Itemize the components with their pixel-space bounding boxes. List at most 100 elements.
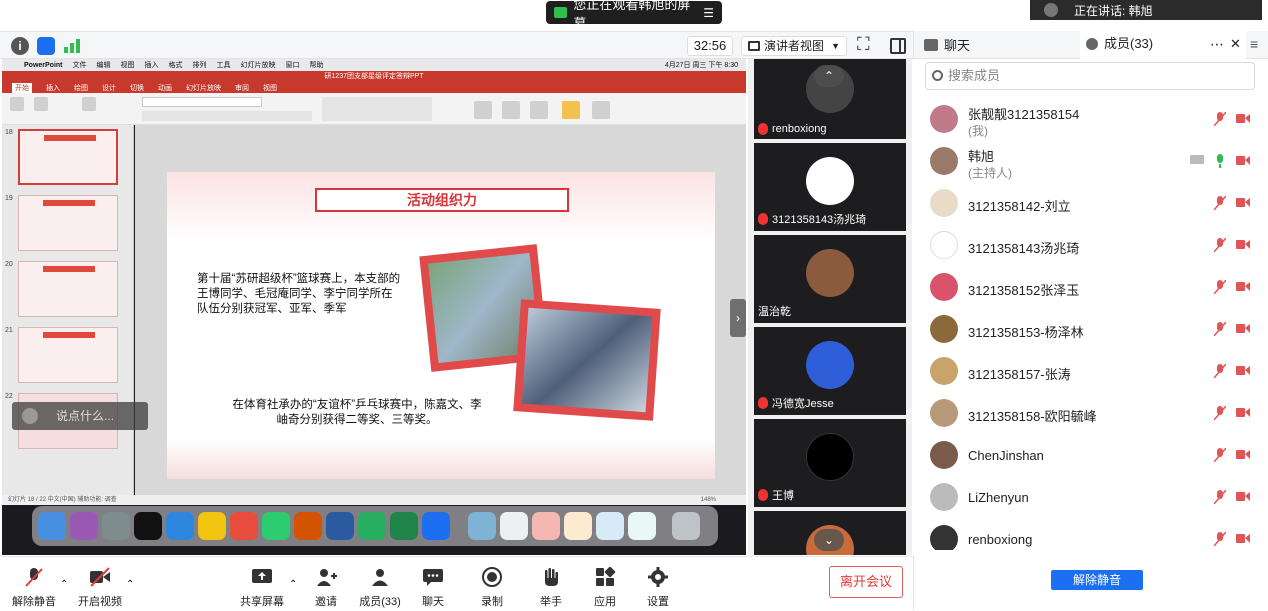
members-button[interactable]: 成员(33) — [350, 557, 410, 611]
member-name: renboxiong — [968, 532, 1033, 547]
video-tile[interactable]: 王博 — [754, 419, 906, 507]
camera-off-icon[interactable] — [1236, 449, 1250, 460]
window-thumb-icon — [532, 512, 560, 540]
mic-muted-icon[interactable] — [1214, 406, 1226, 420]
mac-menu-item: 插入 — [144, 62, 159, 69]
member-row[interactable]: LiZhenyun — [914, 476, 1268, 518]
unmute-all-button[interactable]: 解除静音 — [1051, 570, 1143, 590]
scroll-up-button[interactable]: ⌃ — [814, 65, 844, 87]
mic-on-icon[interactable] — [1214, 154, 1226, 168]
tab-chat[interactable]: 聊天 — [924, 35, 970, 54]
ppt-tab: 绘图 — [74, 84, 88, 92]
start-video-button[interactable]: 开启视频 — [70, 557, 130, 611]
slide-thumb — [18, 195, 118, 251]
fullscreen-icon[interactable]: ⛶ — [857, 34, 870, 55]
mic-muted-icon[interactable] — [1214, 238, 1226, 252]
chat-float-input[interactable]: 说点什么... — [12, 402, 148, 430]
chat-button[interactable]: 聊天 — [403, 557, 463, 611]
current-slide: 活动组织力 第十届“苏研超级杯”篮球赛上，本支部的王博同学、毛冠庵同学、李宁同学… — [167, 172, 715, 479]
camera-off-icon[interactable] — [1236, 197, 1250, 208]
security-shield-icon[interactable] — [37, 37, 55, 55]
raise-hand-button[interactable]: 举手 — [521, 557, 581, 611]
chat-icon — [924, 39, 938, 51]
camera-off-icon[interactable] — [1236, 323, 1250, 334]
mic-muted-icon[interactable] — [1214, 490, 1226, 504]
chat-float-placeholder: 说点什么... — [56, 409, 115, 423]
camera-off-icon[interactable] — [1236, 113, 1250, 124]
slide-photo-2 — [513, 299, 661, 421]
ppt-document-title: 研1237团支部星级评定答辩PPT — [2, 71, 746, 82]
member-row[interactable]: 3121358142-刘立 — [914, 182, 1268, 224]
view-mode-select[interactable]: 演讲者视图 ▼ — [741, 36, 847, 56]
camera-off-icon[interactable] — [1236, 239, 1250, 250]
member-row[interactable]: renboxiong — [914, 518, 1268, 550]
speaking-indicator: 正在讲话: 韩旭 — [1030, 0, 1262, 20]
mic-muted-icon[interactable] — [1214, 322, 1226, 336]
signal-icon[interactable] — [64, 39, 80, 53]
apps-button[interactable]: 应用 — [575, 557, 635, 611]
emoji-icon[interactable] — [22, 408, 38, 424]
user-icon — [1086, 38, 1098, 50]
mac-clock: 4月27日 周三 下午 8:30 — [664, 62, 738, 69]
video-tile[interactable]: 温治乾 — [754, 235, 906, 323]
camera-off-icon[interactable] — [1236, 407, 1250, 418]
ppt-tab: 审阅 — [235, 84, 249, 92]
mic-muted-icon[interactable] — [1214, 280, 1226, 294]
member-row[interactable]: 张靓靓3121358154 (我) — [914, 98, 1268, 140]
mic-muted-icon[interactable] — [1214, 448, 1226, 462]
mic-muted-icon[interactable] — [1214, 112, 1226, 126]
watching-text: 您正在观看韩旭的屏幕 — [573, 0, 691, 31]
member-row[interactable]: 3121358158-欧阳毓峰 — [914, 392, 1268, 434]
list-icon[interactable]: ☰ — [703, 6, 714, 20]
more-icon[interactable]: ⋯ — [1210, 31, 1224, 57]
member-row[interactable]: ChenJinshan — [914, 434, 1268, 476]
record-button[interactable]: 录制 — [462, 557, 522, 611]
ppt-tab: 动画 — [158, 84, 172, 92]
excel-icon — [390, 512, 418, 540]
leave-meeting-button[interactable]: 离开会议 — [829, 566, 903, 598]
member-name: 3121358157-张涛 — [968, 367, 1071, 382]
slide-paragraph-1: 第十届“苏研超级杯”篮球赛上，本支部的王博同学、毛冠庵同学、李宁同学所在队伍分别… — [197, 273, 401, 315]
member-search-input[interactable]: 搜索成员 — [925, 62, 1255, 90]
camera-off-icon[interactable] — [1236, 533, 1250, 544]
speaking-text: 正在讲话: 韩旭 — [1074, 3, 1153, 18]
invite-button[interactable]: 邀请 — [296, 557, 356, 611]
sidebar-toggle-icon[interactable] — [890, 38, 906, 54]
tab-members[interactable]: 成员(33) ⋯ ✕ — [1080, 31, 1246, 59]
ppt-tab: 插入 — [46, 84, 60, 92]
mic-muted-icon[interactable] — [1214, 364, 1226, 378]
video-tile[interactable]: 冯德宽Jesse — [754, 327, 906, 415]
mic-muted-icon[interactable] — [1214, 196, 1226, 210]
scroll-down-button[interactable]: ⌄ — [814, 529, 844, 551]
unmute-button[interactable]: 解除静音 — [4, 557, 64, 611]
camera-off-icon[interactable] — [1236, 365, 1250, 376]
member-row[interactable]: 3121358143汤兆琦 — [914, 224, 1268, 266]
settings-button[interactable]: 设置 — [628, 557, 688, 611]
member-row[interactable]: 3121358152张泽玉 — [914, 266, 1268, 308]
camera-off-icon[interactable] — [1236, 281, 1250, 292]
avatar — [930, 441, 958, 469]
members-label: 成员(33) — [359, 596, 401, 608]
ppt-statusbar: 幻灯片 18 / 22 中文(中国) 辅助功能: 调查 148% — [2, 495, 746, 505]
close-icon[interactable]: ✕ — [1230, 31, 1241, 57]
chevron-up-icon[interactable]: ⌃ — [126, 579, 134, 590]
info-icon[interactable]: i — [11, 37, 29, 55]
member-role: (我) — [968, 124, 988, 138]
avatar — [930, 315, 958, 343]
video-tile[interactable]: 3121358143汤兆琦 — [754, 143, 906, 231]
screen-share-banner[interactable]: 您正在观看韩旭的屏幕 ☰ — [546, 0, 722, 31]
slide-number: 20 — [5, 261, 13, 268]
slide-thumb — [18, 261, 118, 317]
collapse-video-button[interactable]: › — [730, 299, 746, 337]
window-thumb-icon — [628, 512, 656, 540]
tile-name: 温治乾 — [758, 306, 791, 318]
mic-muted-icon[interactable] — [1214, 532, 1226, 546]
member-row[interactable]: 3121358157-张涛 — [914, 350, 1268, 392]
camera-off-icon[interactable] — [1236, 491, 1250, 502]
chevron-up-icon[interactable]: ⌃ — [60, 579, 68, 590]
share-screen-button[interactable]: 共享屏幕 — [232, 557, 292, 611]
camera-off-icon[interactable] — [1236, 155, 1250, 166]
member-row[interactable]: 3121358153-杨泽林 — [914, 308, 1268, 350]
menu-icon[interactable]: ≡ — [1250, 36, 1258, 52]
member-row[interactable]: 韩旭 (主持人) — [914, 140, 1268, 182]
